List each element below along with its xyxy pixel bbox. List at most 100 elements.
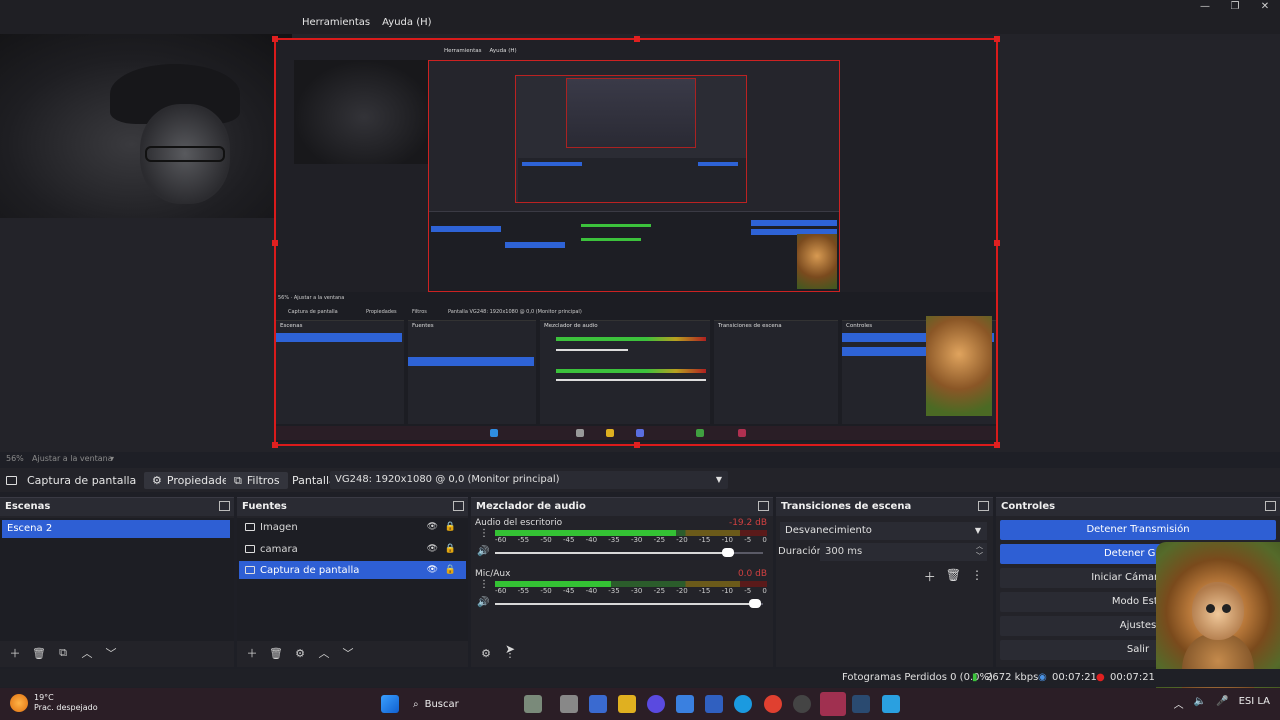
- selected-source-label: Captura de pantalla: [27, 474, 137, 487]
- meter-tick: -5: [744, 587, 752, 595]
- filter-icon[interactable]: ⧉: [54, 645, 72, 661]
- trash-icon[interactable]: 🗑: [946, 568, 961, 585]
- taskbar-search-label: Buscar: [424, 698, 459, 710]
- source-label: camara: [260, 543, 298, 555]
- chevron-down-icon[interactable]: ﹀: [339, 645, 357, 661]
- task-view-icon[interactable]: [560, 695, 578, 713]
- widget-icon[interactable]: [524, 695, 542, 713]
- nested-dock: 56% · Ajustar a la ventana Captura de pa…: [276, 292, 996, 442]
- file-explorer-icon[interactable]: [618, 695, 636, 713]
- mixer-title: Mezclador de audio: [476, 501, 586, 512]
- undock-icon[interactable]: [978, 501, 989, 511]
- chevron-up-icon[interactable]: ︿: [78, 645, 96, 661]
- add-icon[interactable]: ＋: [243, 645, 261, 661]
- trash-icon[interactable]: 🗑: [267, 645, 285, 661]
- language-indicator[interactable]: ESI LA: [1239, 696, 1270, 711]
- steam-icon[interactable]: [852, 695, 870, 713]
- close-icon[interactable]: ✕: [1250, 0, 1280, 14]
- eye-icon[interactable]: 👁: [427, 522, 438, 532]
- duration-input[interactable]: 300 ms ︿ ﹀: [820, 541, 987, 561]
- filters-button[interactable]: ⧉ Filtros: [226, 472, 288, 489]
- add-icon[interactable]: ＋: [6, 645, 24, 661]
- volume-slider[interactable]: [495, 548, 763, 557]
- trash-icon[interactable]: 🗑: [30, 645, 48, 661]
- channel-name: Audio del escritorio: [475, 518, 563, 528]
- zoom-mode-dropdown[interactable]: Ajustar a la ventana: [32, 454, 113, 463]
- spinner-icon[interactable]: ︿ ﹀: [976, 541, 983, 561]
- chrome-icon[interactable]: [764, 695, 782, 713]
- scene-item[interactable]: Escena 2: [2, 520, 230, 538]
- meter-tick: -50: [540, 536, 552, 544]
- monitor-icon: [6, 476, 17, 485]
- minimize-icon[interactable]: —: [1190, 0, 1220, 14]
- lock-icon[interactable]: 🔒: [445, 544, 456, 554]
- display-select[interactable]: VG248: 1920x1080 @ 0,0 (Monitor principa…: [330, 471, 728, 489]
- meter-tick: -45: [562, 536, 575, 544]
- store-icon[interactable]: [589, 695, 607, 713]
- menu-ayuda[interactable]: Ayuda (H): [382, 17, 431, 28]
- display-select-value: VG248: 1920x1080 @ 0,0 (Monitor principa…: [335, 474, 560, 485]
- meter-tick: -55: [517, 587, 530, 595]
- gear-icon[interactable]: ⚙: [291, 645, 309, 661]
- edge-icon[interactable]: [734, 695, 752, 713]
- copilot-icon[interactable]: [676, 695, 694, 713]
- nested-webcam: [294, 60, 434, 164]
- kebab-menu-icon[interactable]: ⋮: [971, 568, 983, 585]
- menu-herramientas[interactable]: Herramientas: [302, 17, 370, 28]
- weather-widget[interactable]: 19°C Prac. despejado: [10, 693, 98, 713]
- taskbar-search[interactable]: ⌕ Buscar: [405, 693, 515, 715]
- app-icon[interactable]: [705, 695, 723, 713]
- monitor-icon: [245, 566, 255, 574]
- chevron-up-icon[interactable]: ︿: [1174, 696, 1184, 711]
- lock-icon[interactable]: 🔒: [445, 565, 456, 575]
- meter-tick: -45: [562, 587, 575, 595]
- meter-tick: -10: [721, 536, 733, 544]
- maximize-icon[interactable]: ❐: [1220, 0, 1250, 14]
- nested-preview: [428, 60, 840, 292]
- dropped-frames: Fotogramas Perdidos 0 (0.0%): [842, 672, 993, 683]
- eye-icon[interactable]: 👁: [427, 565, 438, 575]
- bitrate: 2672 kbps: [986, 672, 1039, 683]
- meter-tick: 0: [762, 536, 767, 544]
- kebab-menu-icon[interactable]: ⋮: [501, 645, 519, 661]
- sun-icon: [10, 694, 28, 712]
- lock-icon[interactable]: 🔒: [445, 522, 456, 532]
- source-item-imagen[interactable]: Imagen 👁 🔒: [239, 518, 466, 536]
- windows-start-icon[interactable]: [381, 695, 399, 713]
- undock-icon[interactable]: [453, 501, 464, 511]
- record-icon: ●: [1096, 672, 1105, 683]
- preview-canvas[interactable]: Herramientas Ayuda (H) 56% · Ajustar a l…: [0, 34, 1280, 452]
- chevron-down-icon[interactable]: ▾: [110, 454, 114, 463]
- volume-icon[interactable]: 🔈: [1194, 696, 1206, 711]
- webcam-feed: [0, 34, 292, 218]
- source-label: Imagen: [260, 521, 298, 533]
- undock-icon[interactable]: [219, 501, 230, 511]
- weather-desc: Prac. despejado: [34, 703, 98, 712]
- speaker-icon[interactable]: 🔊: [477, 597, 489, 608]
- active-app-icon[interactable]: [820, 692, 846, 716]
- screen-capture-source[interactable]: Herramientas Ayuda (H) 56% · Ajustar a l…: [272, 36, 1000, 448]
- meter-tick: -40: [585, 536, 598, 544]
- advanced-audio-icon[interactable]: ⚙: [477, 645, 495, 661]
- nested-menu-item: Ayuda (H): [489, 48, 517, 54]
- app-icon[interactable]: [882, 695, 900, 713]
- transition-select[interactable]: Desvanecimiento ▼: [780, 522, 987, 540]
- source-item-captura[interactable]: Captura de pantalla 👁 🔒: [239, 561, 466, 579]
- add-icon[interactable]: ＋: [924, 568, 936, 585]
- speaker-icon[interactable]: 🔊: [477, 546, 489, 557]
- mic-icon[interactable]: 🎤: [1216, 696, 1228, 711]
- undock-icon[interactable]: [1265, 501, 1276, 511]
- volume-slider[interactable]: [495, 599, 763, 608]
- scenes-title: Escenas: [5, 501, 51, 512]
- eye-icon[interactable]: 👁: [427, 544, 438, 554]
- chevron-up-icon[interactable]: ︿: [315, 645, 333, 661]
- stop-streaming-button[interactable]: Detener Transmisión: [1000, 520, 1276, 540]
- kebab-menu-icon[interactable]: ⋮: [479, 579, 489, 590]
- obs-icon[interactable]: [793, 695, 811, 713]
- chevron-down-icon[interactable]: ﹀: [102, 645, 120, 661]
- meter-tick: -25: [653, 587, 666, 595]
- kebab-menu-icon[interactable]: ⋮: [479, 528, 489, 539]
- discord-icon[interactable]: [647, 695, 665, 713]
- source-item-camara[interactable]: camara 👁 🔒: [239, 540, 466, 558]
- undock-icon[interactable]: [758, 501, 769, 511]
